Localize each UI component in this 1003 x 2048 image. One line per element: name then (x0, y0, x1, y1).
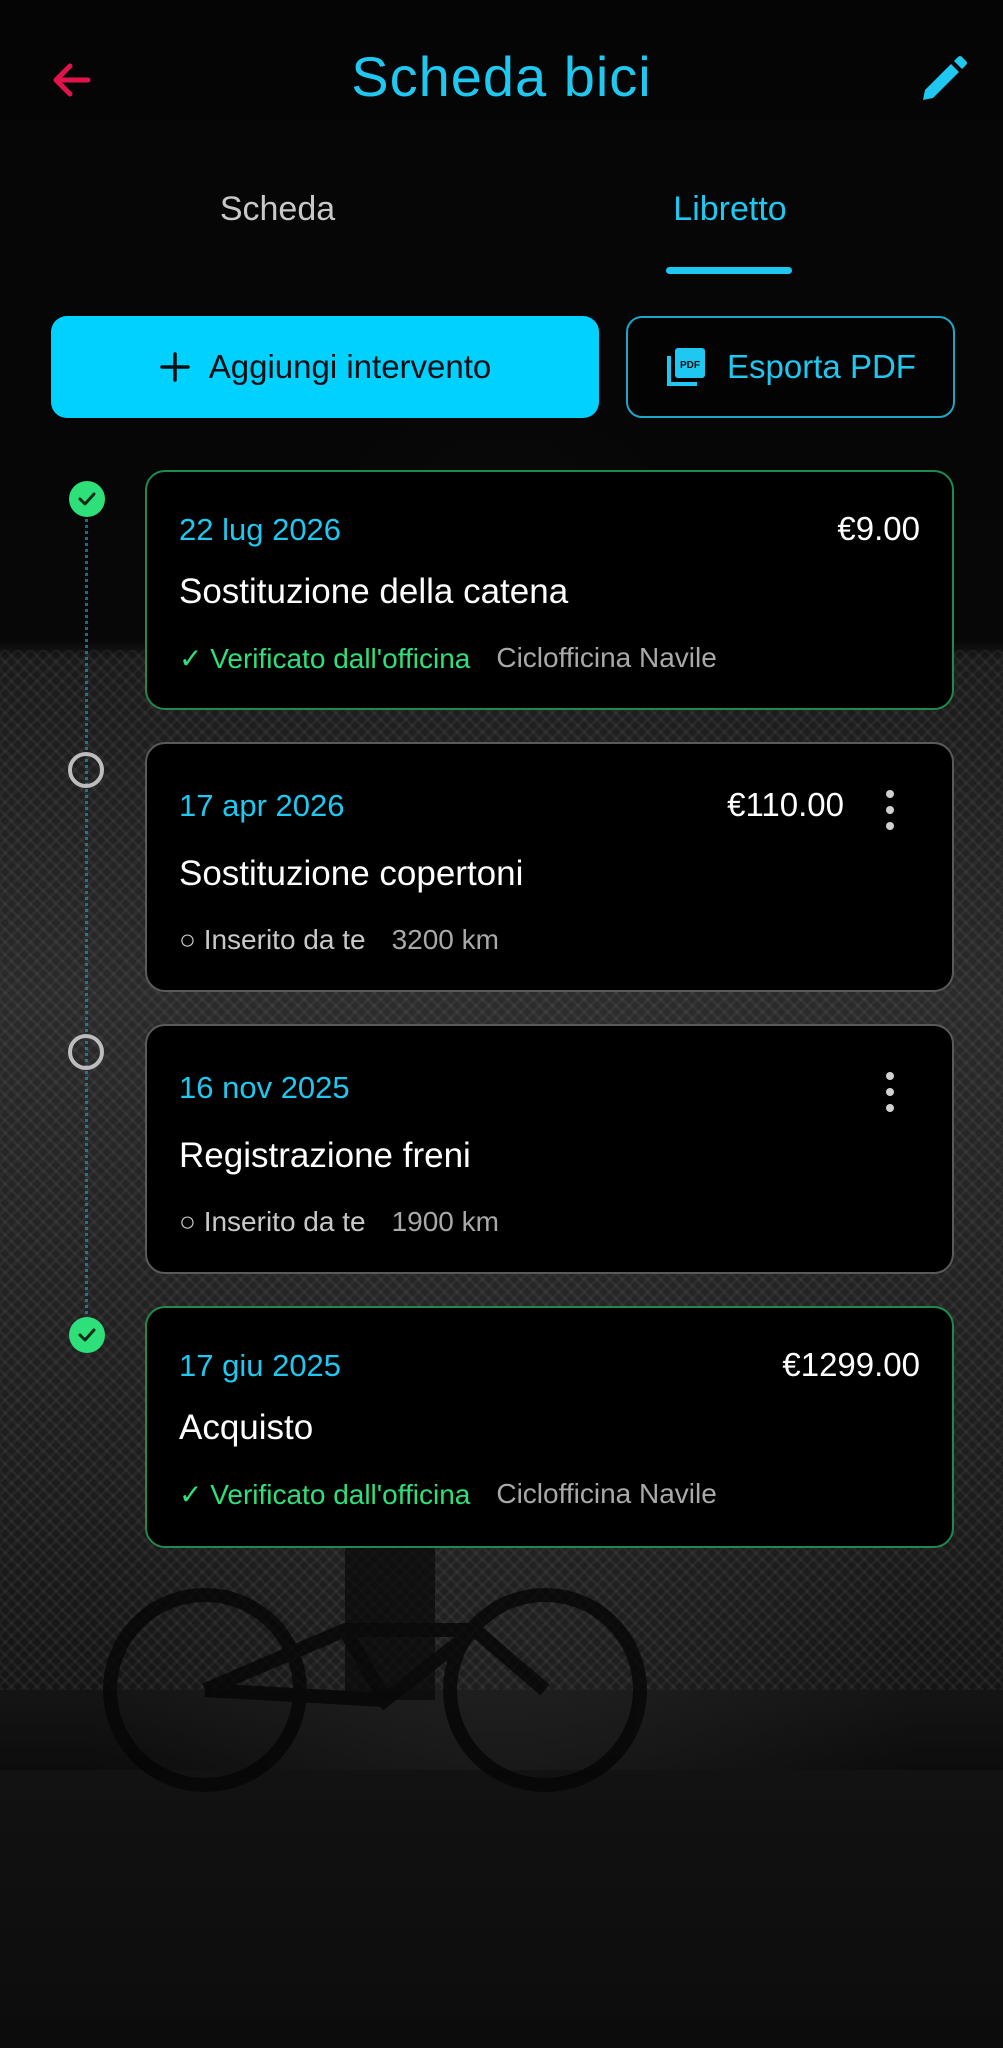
intervention-card[interactable]: 22 lug 2026 €9.00 Sostituzione della cat… (145, 470, 954, 710)
background-bicycle (103, 1530, 647, 1792)
tab-scheda[interactable]: Scheda (140, 180, 415, 280)
pdf-file-icon: PDF (667, 348, 706, 386)
timeline-dot-pending (68, 1034, 104, 1070)
kebab-dot (886, 1088, 894, 1096)
intervention-meta: ○ Inserito da te 3200 km (179, 924, 499, 956)
more-options-button[interactable] (880, 1072, 900, 1112)
intervention-card[interactable]: 16 nov 2025 Registrazione freni ○ Inseri… (145, 1024, 954, 1274)
plus-icon (159, 352, 190, 382)
intervention-meta: ✓ Verificato dall'officina Ciclofficina … (179, 1478, 717, 1511)
page-title: Scheda bici (351, 45, 652, 108)
timeline-dot-pending (68, 752, 104, 788)
tab-libretto[interactable]: Libretto (590, 180, 870, 280)
intervention-card[interactable]: 17 apr 2026 €110.00 Sostituzione coperto… (145, 742, 954, 992)
export-pdf-button[interactable]: PDF Esporta PDF (626, 316, 955, 418)
check-icon (78, 492, 96, 506)
intervention-date: 17 giu 2025 (179, 1348, 342, 1383)
add-intervention-button[interactable]: Aggiungi intervento (51, 316, 599, 418)
intervention-title: Sostituzione della catena (179, 572, 569, 611)
verified-status: ✓ Verificato dall'officina (179, 643, 471, 674)
intervention-date: 17 apr 2026 (179, 788, 345, 823)
check-icon (78, 1328, 96, 1342)
kebab-dot (886, 822, 894, 830)
intervention-amount: €1299.00 (782, 1346, 920, 1383)
intervention-date: 22 lug 2026 (179, 512, 342, 547)
pencil-icon (923, 56, 967, 100)
intervention-title: Acquisto (179, 1408, 314, 1447)
intervention-date: 16 nov 2025 (179, 1070, 350, 1105)
more-options-button[interactable] (880, 790, 900, 830)
verified-status: ✓ Verificato dall'officina (179, 1479, 471, 1510)
intervention-amount: €110.00 (727, 786, 844, 823)
kebab-dot (886, 806, 894, 814)
intervention-amount: €9.00 (837, 510, 920, 547)
user-entered-status: ○ Inserito da te (179, 1206, 366, 1237)
timeline-line (85, 500, 88, 1320)
edit-button[interactable] (909, 46, 977, 114)
svg-text:PDF: PDF (680, 360, 700, 371)
tab-scheda-label: Scheda (219, 190, 336, 228)
timeline-dot-verified (69, 1317, 105, 1353)
app-bar: Scheda bici (0, 0, 1003, 160)
workshop-name: Ciclofficina Navile (496, 1478, 717, 1509)
workshop-name: Ciclofficina Navile (496, 642, 717, 673)
intervention-title: Sostituzione copertoni (179, 854, 524, 893)
kebab-dot (886, 1104, 894, 1112)
intervention-meta: ✓ Verificato dall'officina Ciclofficina … (179, 642, 717, 675)
odometer-reading: 1900 km (391, 1206, 499, 1237)
intervention-title: Registrazione freni (179, 1136, 471, 1175)
intervention-meta: ○ Inserito da te 1900 km (179, 1206, 499, 1238)
user-entered-status: ○ Inserito da te (179, 924, 366, 955)
tab-bar: Scheda Libretto (0, 180, 1003, 280)
intervention-card[interactable]: 17 giu 2025 €1299.00 Acquisto ✓ Verifica… (145, 1306, 954, 1548)
add-intervention-label: Aggiungi intervento (208, 348, 492, 385)
odometer-reading: 3200 km (391, 924, 499, 955)
export-pdf-label: Esporta PDF (727, 348, 916, 385)
kebab-dot (886, 1072, 894, 1080)
timeline-dot-verified (69, 481, 105, 517)
active-tab-indicator (666, 267, 792, 274)
kebab-dot (886, 790, 894, 798)
